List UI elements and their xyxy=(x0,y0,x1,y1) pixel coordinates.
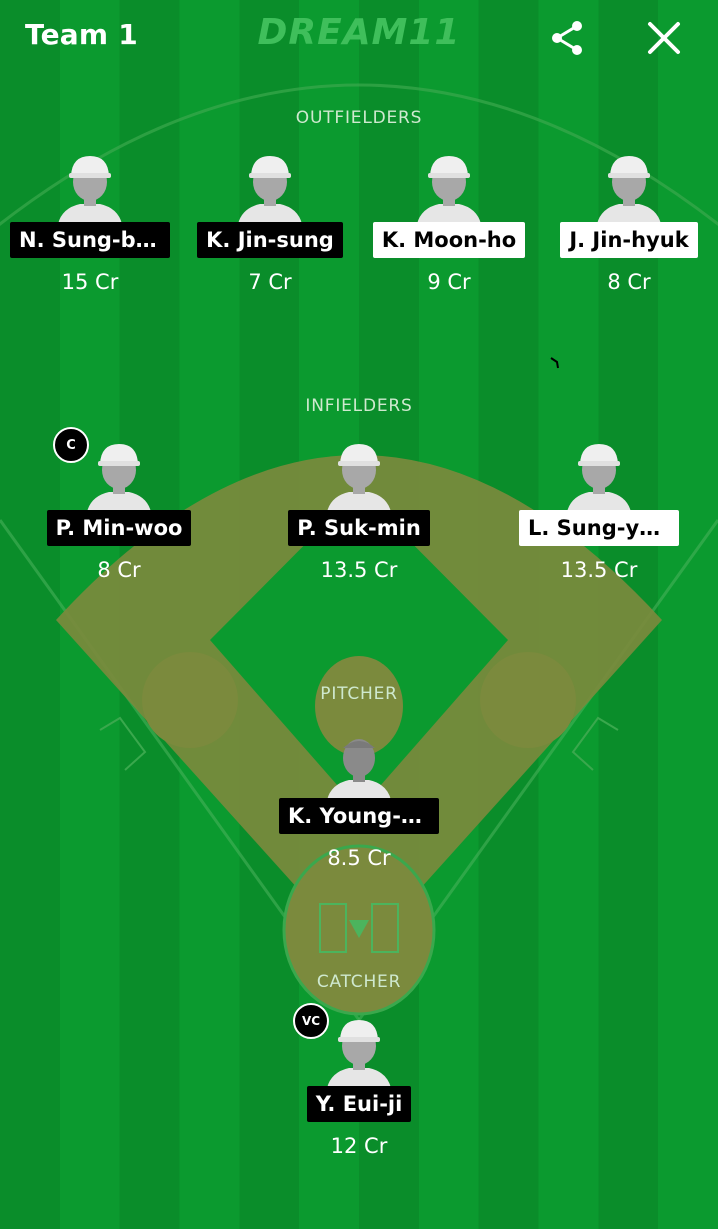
share-button[interactable] xyxy=(548,18,588,58)
player-credits: 7 Cr xyxy=(248,270,292,294)
player-name: P. Min-woo xyxy=(46,510,192,546)
player-card[interactable]: J. Jin-hyuk 8 Cr xyxy=(539,152,718,294)
player-avatar-icon xyxy=(597,156,661,224)
player-card[interactable]: P. Suk-min 13.5 Cr xyxy=(269,440,449,582)
player-avatar-icon xyxy=(417,156,481,224)
player-avatar-icon xyxy=(327,444,391,512)
player-name: N. Sung-bu... xyxy=(10,222,170,258)
catcher-label: CATCHER xyxy=(316,972,402,992)
captain-badge: C xyxy=(53,427,89,463)
player-card[interactable]: K. Jin-sung 7 Cr xyxy=(180,152,360,294)
player-avatar-icon xyxy=(327,1020,391,1088)
player-credits: 13.5 Cr xyxy=(320,558,398,582)
player-name: K. Moon-ho xyxy=(372,222,526,258)
player-avatar-icon xyxy=(58,156,122,224)
player-avatar-icon xyxy=(87,444,151,512)
player-name: J. Jin-hyuk xyxy=(560,222,698,258)
player-credits: 12 Cr xyxy=(330,1134,388,1158)
player-card[interactable]: Y. Eui-ji 12 Cr xyxy=(269,1016,449,1158)
outfielders-label: OUTFIELDERS xyxy=(295,108,423,128)
player-card[interactable]: P. Min-woo 8 Cr xyxy=(29,440,209,582)
dream11-logo: DREAM11 xyxy=(257,12,461,53)
player-name: K. Young-gyu xyxy=(279,798,439,834)
player-credits: 13.5 Cr xyxy=(560,558,638,582)
close-icon xyxy=(648,22,680,54)
player-credits: 15 Cr xyxy=(61,270,119,294)
player-name: P. Suk-min xyxy=(288,510,430,546)
player-credits: 8 Cr xyxy=(97,558,141,582)
baseball-field: Team 1 DREAM11 OUTFIELDERS INFIELDERS PI… xyxy=(0,0,718,1229)
player-credits: 8.5 Cr xyxy=(327,846,391,870)
player-credits: 8 Cr xyxy=(607,270,651,294)
player-name: L. Sung-yeol xyxy=(519,510,679,546)
pitcher-label: PITCHER xyxy=(320,684,398,704)
vice-captain-badge: VC xyxy=(293,1003,329,1039)
player-avatar-icon xyxy=(327,739,391,800)
player-card[interactable]: K. Young-gyu 8.5 Cr xyxy=(269,728,449,870)
player-credits: 9 Cr xyxy=(427,270,471,294)
close-button[interactable] xyxy=(644,18,684,58)
player-name: Y. Eui-ji xyxy=(306,1086,412,1122)
player-card[interactable]: K. Moon-ho 9 Cr xyxy=(359,152,539,294)
player-avatar-icon xyxy=(567,444,631,512)
player-avatar-icon xyxy=(238,156,302,224)
share-icon xyxy=(552,21,582,55)
player-card[interactable]: L. Sung-yeol 13.5 Cr xyxy=(509,440,689,582)
player-name: K. Jin-sung xyxy=(197,222,343,258)
player-card[interactable]: N. Sung-bu... 15 Cr xyxy=(0,152,180,294)
infielders-label: INFIELDERS xyxy=(305,396,413,416)
